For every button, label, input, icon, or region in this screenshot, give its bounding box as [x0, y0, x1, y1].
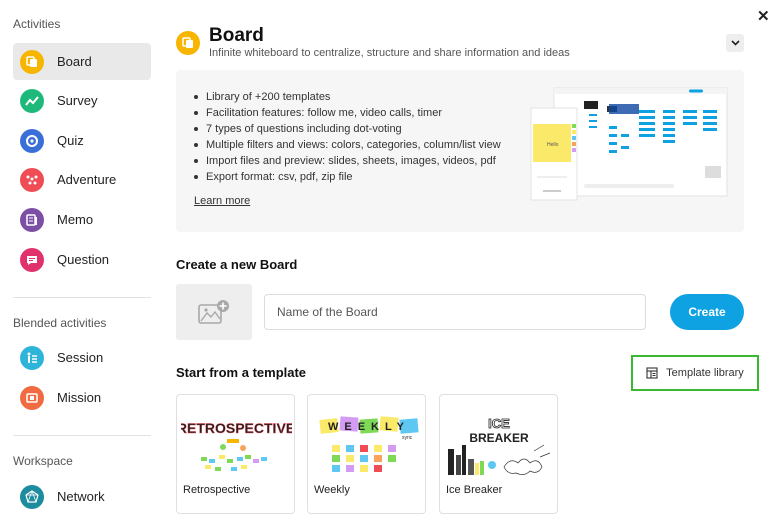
ice-breaker-art-top: ICE [488, 416, 510, 431]
weekly-art-subtext: sync [402, 435, 413, 441]
page-subtitle: Infinite whiteboard to centralize, struc… [209, 47, 570, 59]
sidebar-item-label: Mission [57, 390, 102, 405]
board-name-input[interactable] [264, 294, 646, 330]
board-preview-image: Hello [530, 87, 728, 201]
ice-breaker-art-bottom: BREAKER [469, 431, 529, 445]
sidebar-item-label: Survey [57, 93, 98, 108]
sidebar-item-label: Session [57, 350, 104, 365]
template-card-retrospective[interactable]: RETROSPECTIVE Retrospective [176, 394, 295, 514]
learn-more-link[interactable]: Learn more [194, 195, 250, 207]
memo-icon [20, 207, 44, 232]
page-title: Board [209, 25, 264, 46]
feature-item: Facilitation features: follow me, video … [194, 105, 501, 121]
template-card-ice-breaker[interactable]: ICE BREAKER Ice Breaker [439, 394, 558, 514]
sidebar-item-question[interactable]: Question [13, 241, 151, 278]
chevron-down-icon [730, 40, 740, 46]
sidebar-item-quiz[interactable]: Quiz [13, 122, 151, 159]
sidebar-item-board[interactable]: Board [13, 43, 151, 80]
retrospective-thumbnail: RETROSPECTIVE [181, 420, 292, 471]
sidebar-item-memo[interactable]: Memo [13, 201, 151, 238]
sidebar-item-network[interactable]: Network [13, 478, 151, 515]
section-label-workspace: Workspace [13, 454, 73, 468]
feature-item: Library of +200 templates [194, 89, 501, 105]
feature-item: Export format: csv, pdf, zip file [194, 169, 501, 185]
feature-item: Multiple filters and views: colors, cate… [194, 137, 501, 153]
weekly-thumbnail: WEEKLY sync [319, 416, 419, 472]
ice-breaker-thumbnail: ICE BREAKER [448, 416, 551, 475]
retrospective-art-text: RETROSPECTIVE [181, 420, 292, 436]
feature-item: Import files and preview: slides, sheets… [194, 153, 501, 169]
divider [13, 297, 151, 298]
template-card-label: Weekly [314, 484, 350, 496]
sidebar: Activities Board Survey Quiz Adventure M… [0, 0, 163, 516]
sidebar-item-label: Network [57, 489, 105, 504]
network-icon [20, 484, 44, 509]
board-icon [176, 31, 200, 55]
mission-icon [20, 385, 44, 410]
create-heading: Create a new Board [176, 257, 298, 272]
sidebar-item-session[interactable]: Session [13, 339, 151, 376]
feature-item: 7 types of questions including dot-votin… [194, 121, 501, 137]
board-icon [20, 49, 44, 74]
sidebar-item-adventure[interactable]: Adventure [13, 161, 151, 198]
session-icon [20, 345, 44, 370]
question-icon [20, 247, 44, 272]
sidebar-item-mission[interactable]: Mission [13, 379, 151, 416]
template-heading: Start from a template [176, 365, 307, 380]
section-label-blended: Blended activities [13, 316, 107, 330]
template-library-label: Template library [666, 367, 744, 379]
template-library-button[interactable]: Template library [631, 355, 759, 391]
section-label-activities: Activities [13, 17, 61, 31]
add-image-icon [198, 300, 229, 324]
feature-list: Library of +200 templates Facilitation f… [194, 89, 501, 185]
template-card-weekly[interactable]: WEEKLY sync Weekly [307, 394, 426, 514]
preview-note-text: Hello [547, 142, 559, 148]
survey-icon [20, 88, 44, 113]
sidebar-item-label: Adventure [57, 172, 117, 187]
sidebar-item-survey[interactable]: Survey [13, 82, 151, 119]
sidebar-item-label: Board [57, 54, 92, 69]
template-card-label: Retrospective [183, 484, 251, 496]
quiz-icon [20, 128, 44, 153]
divider [13, 435, 151, 436]
sidebar-item-label: Memo [57, 212, 94, 227]
adventure-icon [20, 167, 44, 192]
close-icon[interactable]: ✕ [757, 7, 770, 25]
info-panel: Library of +200 templates Facilitation f… [176, 70, 744, 232]
sidebar-item-label: Quiz [57, 133, 84, 148]
template-library-icon [646, 367, 658, 379]
template-card-label: Ice Breaker [446, 484, 503, 496]
collapse-button[interactable] [726, 34, 744, 52]
weekly-art-text: WEEKLY [328, 421, 410, 433]
create-button[interactable]: Create [670, 294, 744, 330]
sidebar-item-label: Question [57, 252, 110, 267]
cover-image-picker[interactable] [176, 284, 252, 340]
